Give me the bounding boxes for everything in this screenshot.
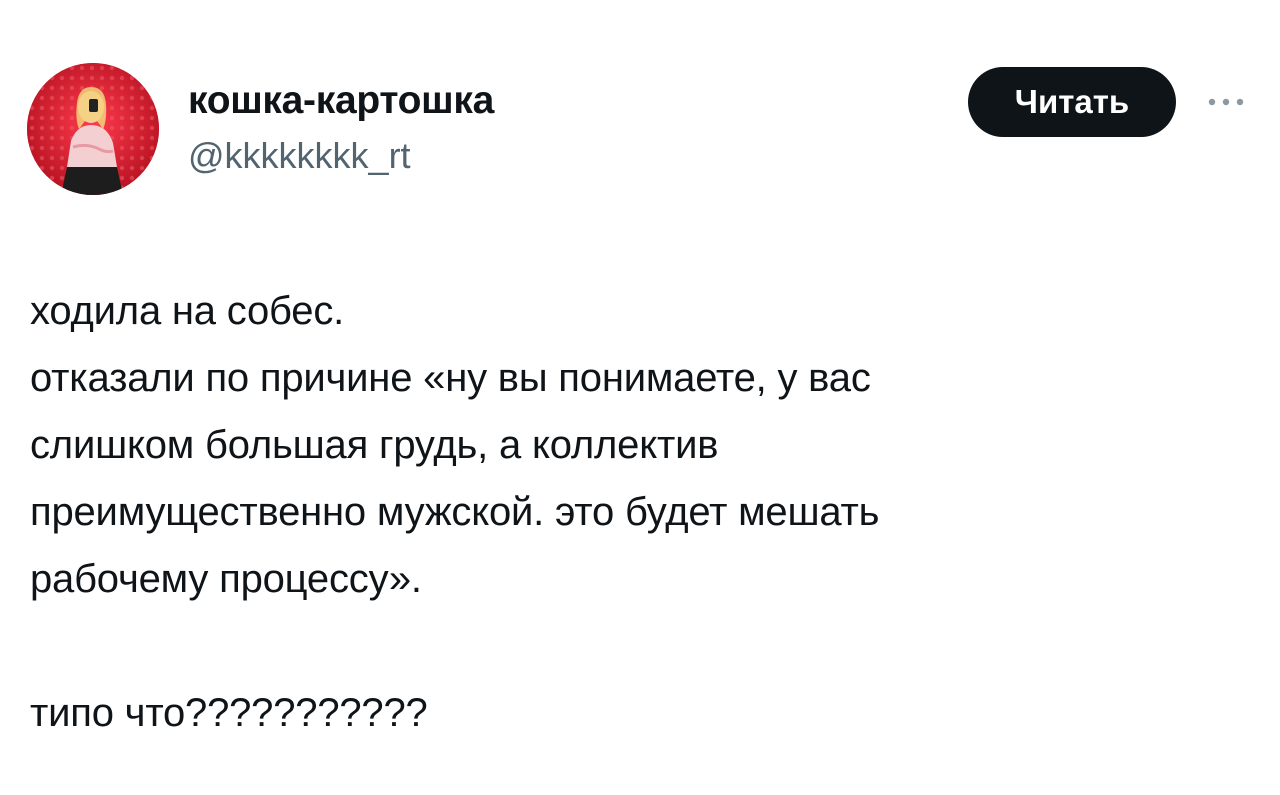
- tweet-line: слишком большая грудь, а коллектив: [30, 423, 719, 467]
- tweet-line: отказали по причине «ну вы понимаете, у …: [30, 356, 871, 400]
- author-handle[interactable]: @kkkkkkkk_rt: [188, 136, 411, 176]
- more-horizontal-icon: [1208, 98, 1244, 106]
- tweet-line: типо что???????????: [30, 691, 428, 735]
- author-display-name[interactable]: кошка-картошка: [188, 79, 494, 123]
- tweet-header: кошка-картошка @kkkkkkkk_rt Читать: [0, 0, 1280, 220]
- avatar[interactable]: [27, 63, 159, 195]
- follow-button[interactable]: Читать: [968, 67, 1176, 137]
- tweet-line: рабочему процессу».: [30, 557, 422, 601]
- tweet-text: ходила на собес. отказали по причине «ну…: [30, 278, 1260, 747]
- avatar-photo: [27, 63, 159, 195]
- tweet-line: преимущественно мужской. это будет мешат…: [30, 490, 880, 534]
- tweet-line: ходила на собес.: [30, 289, 345, 333]
- more-options-button[interactable]: [1204, 90, 1248, 114]
